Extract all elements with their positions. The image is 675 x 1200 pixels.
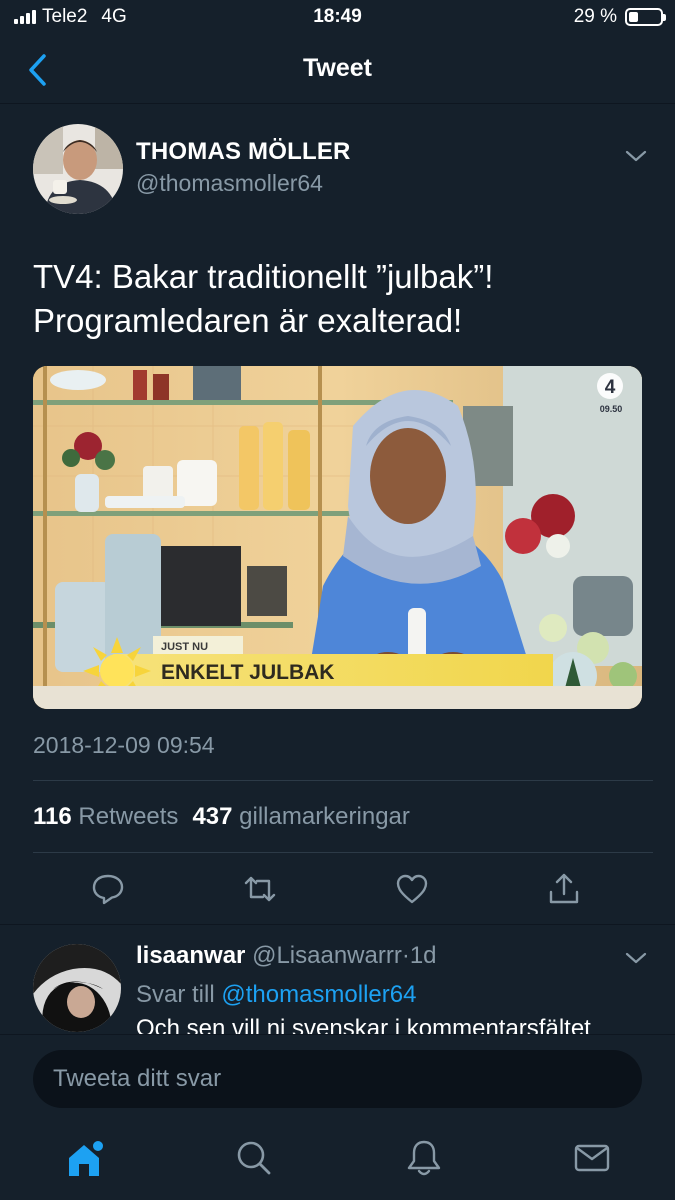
battery-icon: [625, 8, 666, 26]
tweet-media-image[interactable]: 4 09.50 JUST NU ENKELT JULBAK: [33, 366, 642, 709]
reply-icon: [92, 874, 124, 905]
likes-label: gillamarkeringar: [239, 803, 410, 830]
search-icon: [237, 1141, 271, 1175]
author-avatar-image: [33, 124, 123, 214]
reply-to-label: Svar till: [136, 981, 215, 1008]
tweet-stats: 116 Retweets 437 gillamarkeringar: [33, 803, 410, 831]
tab-bar: [0, 1124, 675, 1200]
reply-to-handle-link[interactable]: @thomasmoller64: [221, 981, 416, 1008]
mail-icon: [574, 1144, 610, 1172]
page-title: Tweet: [303, 54, 372, 82]
reply-options-button[interactable]: [624, 950, 648, 966]
retweet-button[interactable]: [243, 872, 277, 906]
reply-age: 1d: [409, 942, 437, 969]
author-handle[interactable]: @thomasmoller64: [136, 170, 323, 197]
author-name[interactable]: THOMAS MÖLLER: [136, 138, 351, 166]
like-button[interactable]: [395, 872, 429, 906]
reply-button[interactable]: [91, 872, 125, 906]
divider: [33, 852, 653, 853]
reply-header: lisaanwar @Lisaanwarrr·1d: [136, 942, 437, 970]
reply-author-name[interactable]: lisaanwar: [136, 942, 245, 969]
separator-dot: ·: [401, 942, 410, 969]
reply-to-line: Svar till @thomasmoller64: [136, 981, 416, 1009]
tab-home[interactable]: [64, 1138, 104, 1178]
reply-composer: [0, 1034, 675, 1124]
tab-notifications[interactable]: [404, 1138, 444, 1178]
home-icon: [69, 1141, 103, 1176]
status-bar: Tele2 4G 18:49 29 %: [0, 0, 675, 36]
share-icon: [549, 873, 579, 904]
reply-avatar-image: [33, 944, 121, 1032]
section-divider: [0, 924, 675, 925]
tweet-options-button[interactable]: [624, 148, 648, 164]
tweet-text-line: Programledaren är exalterad!: [33, 302, 463, 339]
author-avatar[interactable]: [33, 124, 123, 214]
navigation-bar: Tweet: [0, 36, 675, 104]
tv4-logo: 4 09.50: [597, 373, 623, 414]
tweet-text: TV4: Bakar traditionellt ”julbak”! Progr…: [33, 255, 643, 343]
tweet-detail-screen: Tele2 4G 18:49 29 % Tweet THOMAS MÖLLER …: [0, 0, 675, 1200]
retweets-stat[interactable]: 116 Retweets: [33, 803, 178, 831]
battery-percentage: 29 %: [573, 6, 617, 27]
battery-level: [629, 12, 638, 22]
heart-icon: [396, 874, 428, 904]
share-button[interactable]: [547, 872, 581, 906]
retweet-icon: [244, 876, 276, 902]
retweets-count: 116: [33, 803, 72, 830]
reply-author-avatar[interactable]: [33, 944, 121, 1032]
banner-small-text: JUST NU: [161, 641, 208, 653]
tweet-timestamp: 2018-12-09 09:54: [33, 732, 215, 758]
tweet-actions: [0, 862, 675, 918]
chevron-down-icon: [625, 150, 647, 162]
reply-input[interactable]: [33, 1050, 642, 1108]
tab-search[interactable]: [234, 1138, 274, 1178]
bell-icon: [407, 1140, 441, 1176]
tweet-text-line: TV4: Bakar traditionellt ”julbak”!: [33, 258, 494, 295]
channel-logo-text: 4: [605, 377, 616, 398]
likes-count: 437: [192, 803, 233, 830]
retweets-label: Retweets: [78, 803, 179, 830]
divider: [33, 780, 653, 781]
reply-author-handle[interactable]: @Lisaanwarrr: [252, 942, 402, 969]
likes-stat[interactable]: 437 gillamarkeringar: [192, 803, 409, 831]
chevron-down-icon: [625, 952, 647, 964]
tv-screenshot-image: 4 09.50 JUST NU ENKELT JULBAK: [33, 366, 642, 709]
banner-title-text: ENKELT JULBAK: [161, 661, 334, 684]
tab-messages[interactable]: [572, 1138, 612, 1178]
channel-clock-text: 09.50: [600, 404, 623, 414]
